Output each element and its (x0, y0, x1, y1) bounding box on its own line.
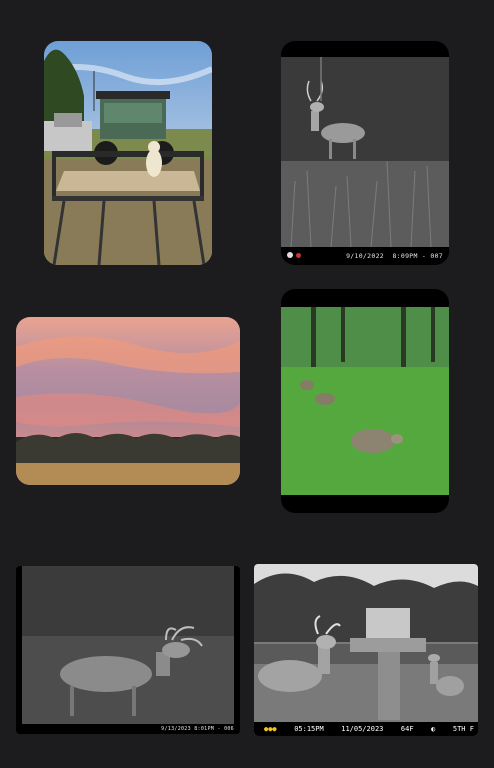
stamp-brand-icon: ●●● (264, 725, 277, 733)
sunset-field-photo[interactable] (16, 317, 240, 485)
stamp-time: 8:09PM (392, 252, 418, 260)
stamp-time: 05:15PM (294, 725, 324, 733)
stamp-seq: 006 (224, 726, 234, 732)
stamp-date: 9/13/2023 (161, 726, 191, 732)
moon-phase-icon: ◐ (431, 725, 436, 733)
moon-phase-icon (287, 252, 293, 258)
trail-cam-stamp: 9/13/2023 8:01PM - 006 (16, 724, 240, 734)
stamp-date: 9/10/2022 (346, 252, 384, 260)
trail-cam-feeder-photo[interactable]: ●●● 05:15PM 11/05/2023 64F ◐ 5TH F (254, 564, 478, 736)
stamp-date: 11/05/2023 (341, 725, 384, 733)
trail-cam-buck-night-2[interactable]: 9/13/2023 8:01PM - 006 (16, 566, 240, 734)
trail-cam-stamp: ●●● 05:15PM 11/05/2023 64F ◐ 5TH F (254, 722, 478, 736)
stamp-wind: 5TH F (452, 725, 474, 733)
stamp-time: 8:01PM (194, 726, 215, 732)
record-icon (296, 253, 301, 258)
stamp-temp: 64F (400, 725, 414, 733)
trail-cam-deer-green-photo[interactable] (281, 289, 449, 513)
utv-dog-trailer-photo[interactable] (44, 41, 212, 265)
trail-cam-stamp: 9/10/2022 8:09PM - 007 (281, 247, 449, 265)
stamp-seq: 007 (430, 252, 443, 260)
trail-cam-buck-night-1[interactable]: 9/10/2022 8:09PM - 007 (281, 41, 449, 265)
